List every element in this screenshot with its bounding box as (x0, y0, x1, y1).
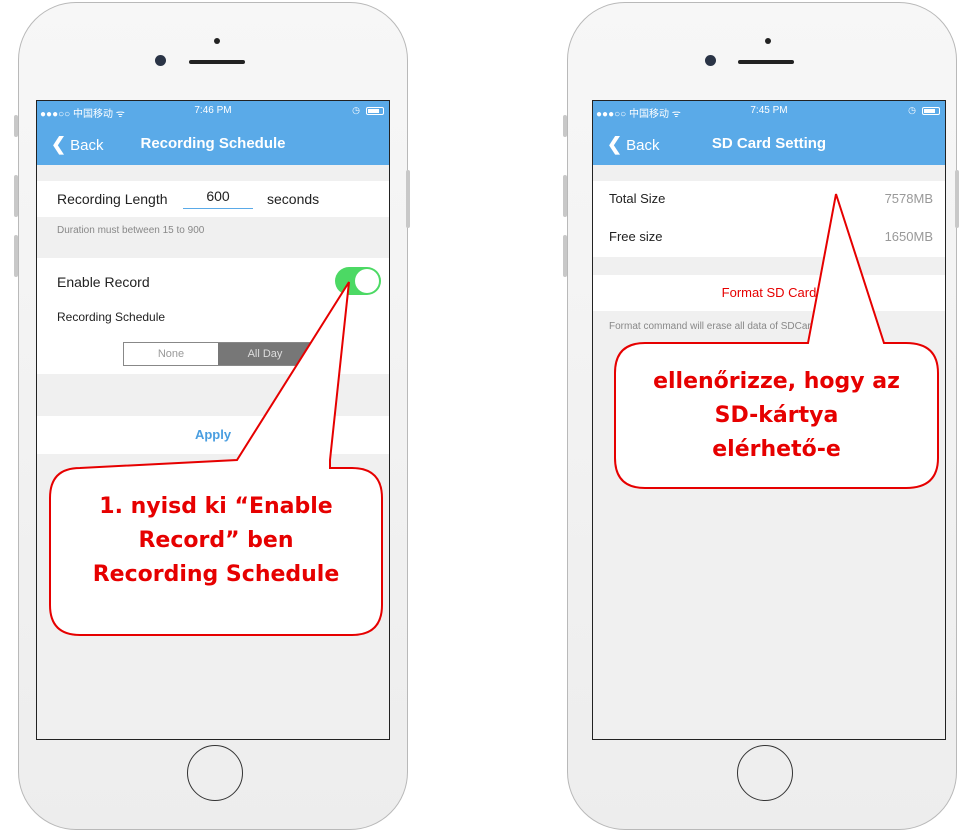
annotation-line: Recording Schedule (92, 562, 340, 587)
right-annotation-text: ellenőrizze, hogy az SD-kártya elérhető-… (615, 365, 938, 467)
annotation-line: SD-kártya (714, 403, 839, 428)
annotation-line: elérhető-e (712, 437, 841, 462)
annotation-line: 1. nyisd ki “Enable (99, 494, 333, 519)
annotation-line: ellenőrizze, hogy az (653, 369, 900, 394)
left-annotation-text: 1. nyisd ki “Enable Record” ben Recordin… (50, 490, 382, 592)
annotation-line: Record” ben (138, 528, 294, 553)
